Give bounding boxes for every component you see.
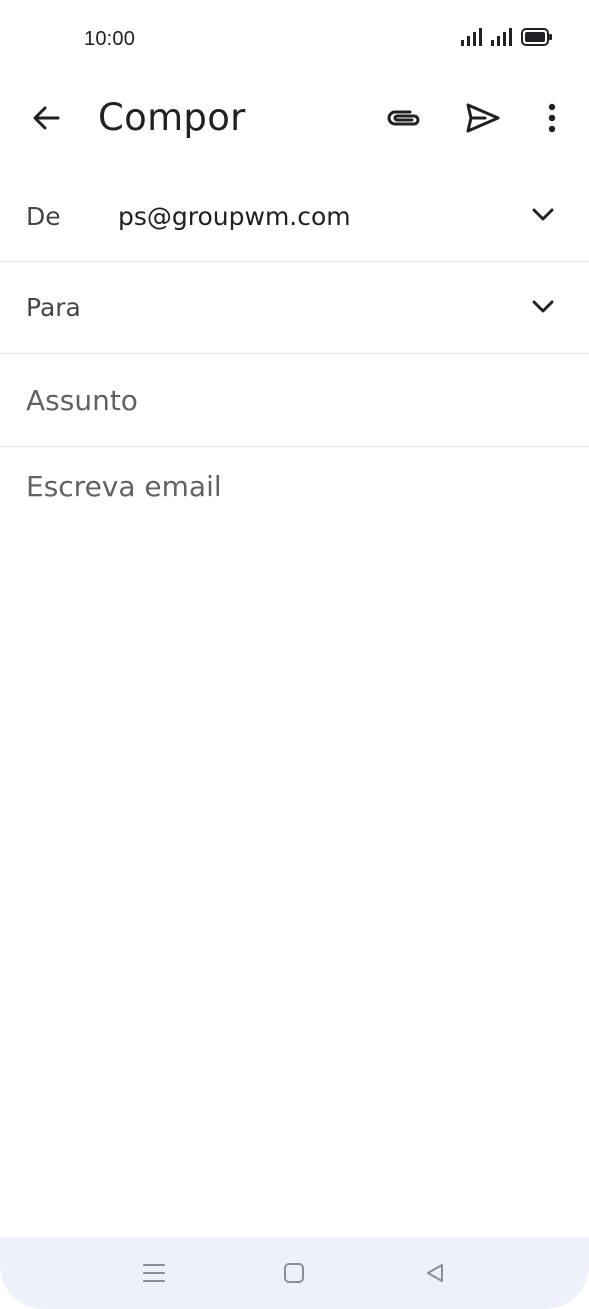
- to-label: Para: [26, 293, 81, 322]
- chevron-down-icon[interactable]: [528, 292, 558, 322]
- arrow-back-icon[interactable]: [22, 94, 70, 142]
- status-icons: [461, 28, 553, 51]
- from-row[interactable]: De ps@groupwm.com: [0, 170, 589, 262]
- chevron-down-icon[interactable]: [528, 200, 558, 230]
- from-label: De: [26, 202, 61, 231]
- menu-icon[interactable]: [138, 1257, 170, 1289]
- compose-toolbar: Compor: [0, 78, 589, 158]
- signal-icon: [491, 28, 513, 51]
- battery-icon: [521, 28, 553, 51]
- from-value[interactable]: ps@groupwm.com: [118, 202, 351, 231]
- subject-input[interactable]: [26, 382, 566, 418]
- signal-icon: [461, 28, 483, 51]
- email-body-input[interactable]: [26, 470, 566, 1210]
- paperclip-icon[interactable]: [381, 94, 429, 142]
- home-icon[interactable]: [278, 1257, 310, 1289]
- back-icon[interactable]: [419, 1257, 451, 1289]
- more-vert-icon[interactable]: [528, 94, 576, 142]
- page-title: Compor: [98, 96, 246, 139]
- system-nav-bar: [0, 1237, 589, 1309]
- status-time: 10:00: [84, 28, 136, 50]
- send-icon[interactable]: [459, 94, 507, 142]
- subject-row: [0, 354, 589, 447]
- status-bar: 10:00: [0, 0, 589, 78]
- to-row[interactable]: Para: [0, 262, 589, 354]
